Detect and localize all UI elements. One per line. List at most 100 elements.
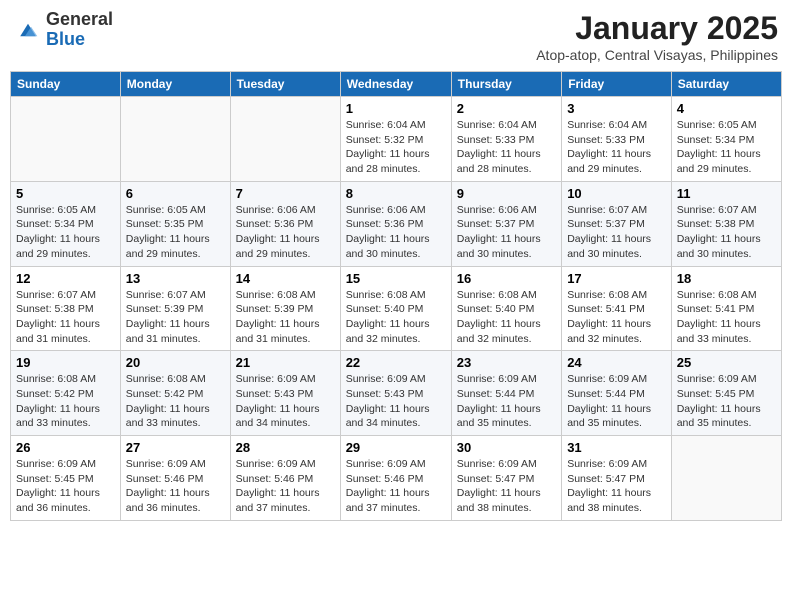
day-number: 6 <box>126 186 225 201</box>
calendar-cell: 1 Sunrise: 6:04 AMSunset: 5:32 PMDaylight… <box>340 97 451 182</box>
day-info: Sunrise: 6:09 AMSunset: 5:46 PMDaylight:… <box>126 457 225 516</box>
day-number: 4 <box>677 101 776 116</box>
calendar-cell <box>120 97 230 182</box>
day-info: Sunrise: 6:09 AMSunset: 5:47 PMDaylight:… <box>457 457 556 516</box>
day-info: Sunrise: 6:04 AMSunset: 5:33 PMDaylight:… <box>567 118 666 177</box>
day-info: Sunrise: 6:08 AMSunset: 5:39 PMDaylight:… <box>236 288 335 347</box>
day-info: Sunrise: 6:07 AMSunset: 5:38 PMDaylight:… <box>16 288 115 347</box>
day-info: Sunrise: 6:08 AMSunset: 5:40 PMDaylight:… <box>457 288 556 347</box>
day-info: Sunrise: 6:04 AMSunset: 5:32 PMDaylight:… <box>346 118 446 177</box>
calendar-cell: 8Sunrise: 6:06 AMSunset: 5:36 PMDaylight… <box>340 181 451 266</box>
calendar-cell: 15 Sunrise: 6:08 AMSunset: 5:40 PMDayligh… <box>340 266 451 351</box>
calendar-cell: 7Sunrise: 6:06 AMSunset: 5:36 PMDaylight… <box>230 181 340 266</box>
day-number: 15 <box>346 271 446 286</box>
title-block: January 2025 Atop-atop, Central Visayas,… <box>536 10 778 63</box>
day-number: 30 <box>457 440 556 455</box>
day-info: Sunrise: 6:04 AMSunset: 5:33 PMDaylight:… <box>457 118 556 177</box>
calendar-cell <box>671 436 781 521</box>
calendar-cell: 22 Sunrise: 6:09 AMSunset: 5:43 PMDayligh… <box>340 351 451 436</box>
day-number: 9 <box>457 186 556 201</box>
calendar-cell <box>11 97 121 182</box>
calendar-cell: 3 Sunrise: 6:04 AMSunset: 5:33 PMDaylight… <box>562 97 672 182</box>
day-number: 12 <box>16 271 115 286</box>
month-title: January 2025 <box>536 10 778 47</box>
day-info: Sunrise: 6:07 AMSunset: 5:37 PMDaylight:… <box>567 203 666 262</box>
day-info: Sunrise: 6:05 AMSunset: 5:34 PMDaylight:… <box>16 203 115 262</box>
page-header: General Blue January 2025 Atop-atop, Cen… <box>10 10 782 63</box>
day-info: Sunrise: 6:09 AMSunset: 5:44 PMDaylight:… <box>567 372 666 431</box>
day-number: 24 <box>567 355 666 370</box>
day-info: Sunrise: 6:09 AMSunset: 5:47 PMDaylight:… <box>567 457 666 516</box>
calendar-cell: 28 Sunrise: 6:09 AMSunset: 5:46 PMDayligh… <box>230 436 340 521</box>
day-number: 11 <box>677 186 776 201</box>
calendar-cell: 5 Sunrise: 6:05 AMSunset: 5:34 PMDaylight… <box>11 181 121 266</box>
day-info: Sunrise: 6:05 AMSunset: 5:34 PMDaylight:… <box>677 118 776 177</box>
day-info: Sunrise: 6:07 AMSunset: 5:38 PMDaylight:… <box>677 203 776 262</box>
day-info: Sunrise: 6:09 AMSunset: 5:46 PMDaylight:… <box>346 457 446 516</box>
day-number: 21 <box>236 355 335 370</box>
logo-general-text: General <box>46 9 113 29</box>
calendar-cell: 31Sunrise: 6:09 AMSunset: 5:47 PMDayligh… <box>562 436 672 521</box>
calendar-week-5: 26 Sunrise: 6:09 AMSunset: 5:45 PMDayligh… <box>11 436 782 521</box>
day-number: 3 <box>567 101 666 116</box>
calendar-cell <box>230 97 340 182</box>
location-subtitle: Atop-atop, Central Visayas, Philippines <box>536 47 778 63</box>
calendar-cell: 25 Sunrise: 6:09 AMSunset: 5:45 PMDayligh… <box>671 351 781 436</box>
day-info: Sunrise: 6:07 AMSunset: 5:39 PMDaylight:… <box>126 288 225 347</box>
calendar-cell: 16 Sunrise: 6:08 AMSunset: 5:40 PMDayligh… <box>451 266 561 351</box>
calendar-cell: 23 Sunrise: 6:09 AMSunset: 5:44 PMDayligh… <box>451 351 561 436</box>
calendar-cell: 29Sunrise: 6:09 AMSunset: 5:46 PMDayligh… <box>340 436 451 521</box>
day-number: 27 <box>126 440 225 455</box>
day-info: Sunrise: 6:09 AMSunset: 5:43 PMDaylight:… <box>346 372 446 431</box>
day-number: 7 <box>236 186 335 201</box>
calendar-cell: 21 Sunrise: 6:09 AMSunset: 5:43 PMDayligh… <box>230 351 340 436</box>
day-info: Sunrise: 6:05 AMSunset: 5:35 PMDaylight:… <box>126 203 225 262</box>
day-number: 5 <box>16 186 115 201</box>
day-number: 13 <box>126 271 225 286</box>
calendar-cell: 6 Sunrise: 6:05 AMSunset: 5:35 PMDaylight… <box>120 181 230 266</box>
calendar-header: SundayMondayTuesdayWednesdayThursdayFrid… <box>11 72 782 97</box>
calendar-cell: 2Sunrise: 6:04 AMSunset: 5:33 PMDaylight… <box>451 97 561 182</box>
day-number: 1 <box>346 101 446 116</box>
weekday-header-friday: Friday <box>562 72 672 97</box>
day-number: 19 <box>16 355 115 370</box>
day-info: Sunrise: 6:08 AMSunset: 5:41 PMDaylight:… <box>677 288 776 347</box>
weekday-header-thursday: Thursday <box>451 72 561 97</box>
day-number: 23 <box>457 355 556 370</box>
day-number: 16 <box>457 271 556 286</box>
day-number: 28 <box>236 440 335 455</box>
day-info: Sunrise: 6:09 AMSunset: 5:45 PMDaylight:… <box>16 457 115 516</box>
calendar-week-2: 5 Sunrise: 6:05 AMSunset: 5:34 PMDaylight… <box>11 181 782 266</box>
calendar-cell: 24 Sunrise: 6:09 AMSunset: 5:44 PMDayligh… <box>562 351 672 436</box>
logo: General Blue <box>14 10 113 50</box>
calendar-cell: 14 Sunrise: 6:08 AMSunset: 5:39 PMDayligh… <box>230 266 340 351</box>
day-info: Sunrise: 6:09 AMSunset: 5:45 PMDaylight:… <box>677 372 776 431</box>
logo-blue-text: Blue <box>46 29 85 49</box>
day-number: 25 <box>677 355 776 370</box>
calendar-cell: 11 Sunrise: 6:07 AMSunset: 5:38 PMDayligh… <box>671 181 781 266</box>
weekday-header-tuesday: Tuesday <box>230 72 340 97</box>
day-info: Sunrise: 6:09 AMSunset: 5:46 PMDaylight:… <box>236 457 335 516</box>
calendar-cell: 9Sunrise: 6:06 AMSunset: 5:37 PMDaylight… <box>451 181 561 266</box>
day-info: Sunrise: 6:06 AMSunset: 5:36 PMDaylight:… <box>346 203 446 262</box>
weekday-header-sunday: Sunday <box>11 72 121 97</box>
calendar-cell: 30 Sunrise: 6:09 AMSunset: 5:47 PMDayligh… <box>451 436 561 521</box>
weekday-header-wednesday: Wednesday <box>340 72 451 97</box>
day-info: Sunrise: 6:09 AMSunset: 5:43 PMDaylight:… <box>236 372 335 431</box>
day-number: 18 <box>677 271 776 286</box>
calendar-cell: 13 Sunrise: 6:07 AMSunset: 5:39 PMDayligh… <box>120 266 230 351</box>
day-info: Sunrise: 6:08 AMSunset: 5:41 PMDaylight:… <box>567 288 666 347</box>
day-number: 14 <box>236 271 335 286</box>
calendar-cell: 19Sunrise: 6:08 AMSunset: 5:42 PMDayligh… <box>11 351 121 436</box>
calendar-body: 1 Sunrise: 6:04 AMSunset: 5:32 PMDaylight… <box>11 97 782 521</box>
calendar-week-3: 12 Sunrise: 6:07 AMSunset: 5:38 PMDayligh… <box>11 266 782 351</box>
calendar-week-4: 19Sunrise: 6:08 AMSunset: 5:42 PMDayligh… <box>11 351 782 436</box>
day-info: Sunrise: 6:09 AMSunset: 5:44 PMDaylight:… <box>457 372 556 431</box>
day-info: Sunrise: 6:08 AMSunset: 5:40 PMDaylight:… <box>346 288 446 347</box>
day-number: 20 <box>126 355 225 370</box>
calendar-cell: 27 Sunrise: 6:09 AMSunset: 5:46 PMDayligh… <box>120 436 230 521</box>
logo-icon <box>14 19 42 41</box>
day-number: 26 <box>16 440 115 455</box>
day-number: 17 <box>567 271 666 286</box>
day-number: 22 <box>346 355 446 370</box>
